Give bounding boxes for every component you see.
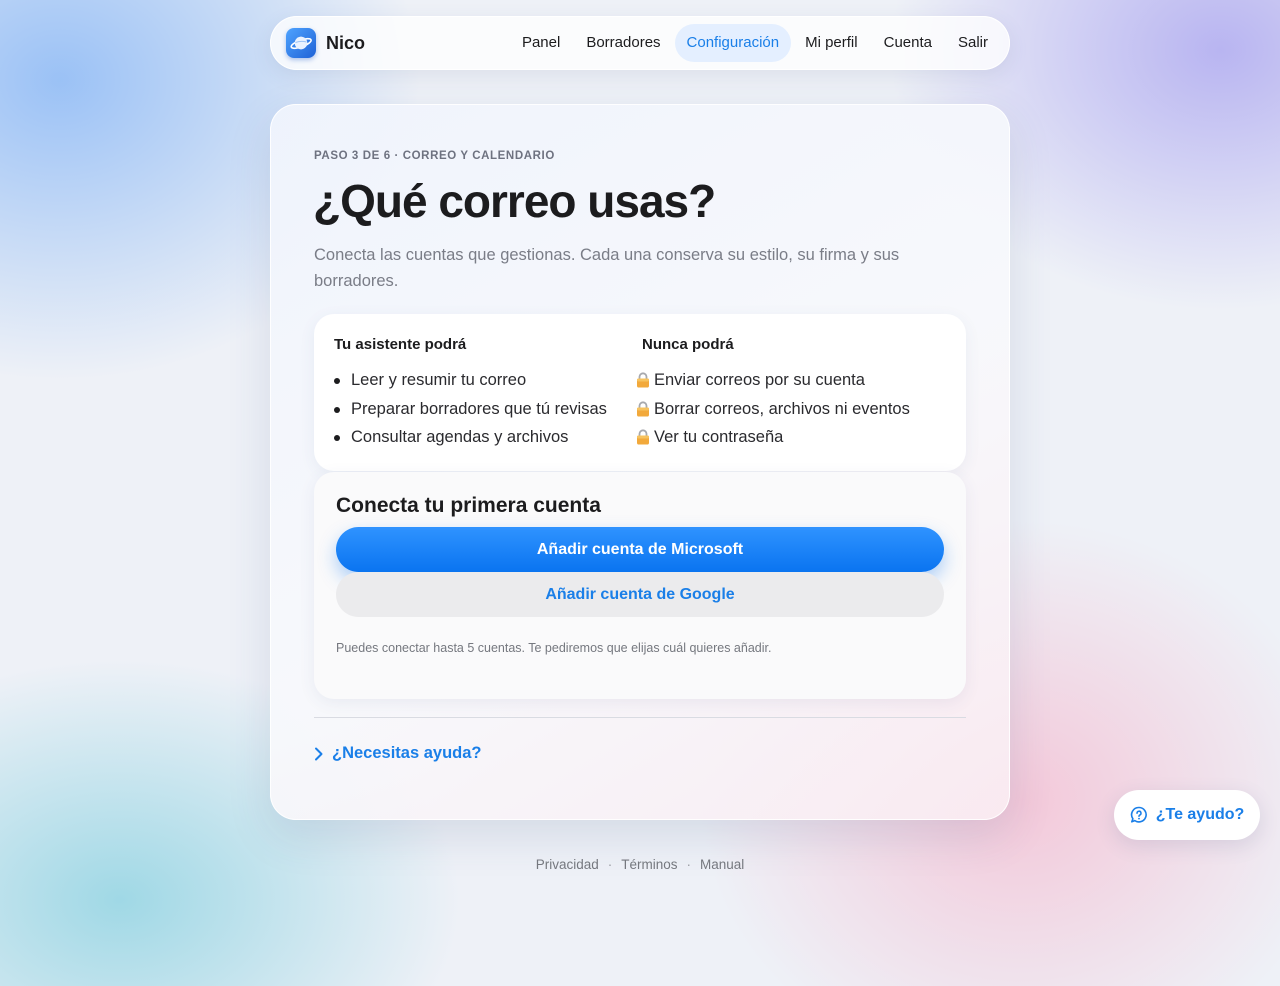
lock-icon <box>637 429 649 445</box>
footer-link-manual[interactable]: Manual <box>700 857 744 872</box>
can-column: Tu asistente podrá Leer y resumir tu cor… <box>334 336 634 452</box>
lock-icon <box>637 372 649 388</box>
footer-separator: · <box>686 857 692 872</box>
nav-links: Panel Borradores Configuración Mi perfil… <box>508 24 1000 62</box>
permissions-panel: Tu asistente podrá Leer y resumir tu cor… <box>314 314 966 471</box>
cannot-heading: Nunca podrá <box>642 336 734 353</box>
cannot-column: Nunca podrá Enviar correos por su cuenta… <box>637 336 962 452</box>
bullet-icon <box>334 435 340 441</box>
add-microsoft-account-button[interactable]: Añadir cuenta de Microsoft <box>336 527 944 572</box>
account-limit-note: Puedes conectar hasta 5 cuentas. Te pedi… <box>336 641 772 655</box>
list-item: Leer y resumir tu correo <box>334 366 634 395</box>
need-help-label: ¿Necesitas ayuda? <box>332 744 482 762</box>
floating-help-label: ¿Te ayudo? <box>1155 806 1245 823</box>
nav-cuenta[interactable]: Cuenta <box>872 24 944 62</box>
connect-account-panel: Conecta tu primera cuenta Añadir cuenta … <box>314 472 966 699</box>
can-heading: Tu asistente podrá <box>334 336 467 353</box>
divider <box>314 717 966 718</box>
can-list: Leer y resumir tu correo Preparar borrad… <box>334 366 634 452</box>
bullet-icon <box>334 378 340 384</box>
nav-panel[interactable]: Panel <box>510 24 572 62</box>
list-item: Preparar borradores que tú revisas <box>334 395 634 424</box>
list-item: Consultar agendas y archivos <box>334 423 634 452</box>
footer-link-privacidad[interactable]: Privacidad <box>536 857 599 872</box>
nav-mi-perfil[interactable]: Mi perfil <box>793 24 870 62</box>
nav-borradores[interactable]: Borradores <box>574 24 672 62</box>
onboarding-card: PASO 3 DE 6 · CORREO Y CALENDARIO ¿Qué c… <box>270 104 1010 820</box>
step-indicator: PASO 3 DE 6 · CORREO Y CALENDARIO <box>314 150 555 162</box>
need-help-toggle[interactable]: ¿Necesitas ayuda? <box>314 744 481 763</box>
page-title: ¿Qué correo usas? <box>313 175 716 227</box>
cannot-list: Enviar correos por su cuenta Borrar corr… <box>637 366 962 452</box>
app-name[interactable]: Nico <box>326 33 365 54</box>
footer-separator: · <box>607 857 613 872</box>
page-subtitle: Conecta las cuentas que gestionas. Cada … <box>314 246 900 290</box>
chevron-right-icon <box>315 747 323 760</box>
planet-icon[interactable] <box>286 28 316 58</box>
list-item: Enviar correos por su cuenta <box>636 366 962 395</box>
add-google-account-button[interactable]: Añadir cuenta de Google <box>336 572 944 617</box>
top-nav: Nico Panel Borradores Configuración Mi p… <box>270 16 1010 70</box>
nav-configuracion[interactable]: Configuración <box>674 24 792 62</box>
list-item: Ver tu contraseña <box>636 423 962 452</box>
connect-heading: Conecta tu primera cuenta <box>336 494 601 517</box>
list-item: Borrar correos, archivos ni eventos <box>636 395 962 424</box>
help-bubble-icon <box>1130 806 1147 823</box>
bullet-icon <box>334 406 340 413</box>
floating-help-button[interactable]: ¿Te ayudo? <box>1114 790 1260 840</box>
lock-icon <box>637 400 649 416</box>
footer: Privacidad · Términos · Manual <box>0 857 1280 872</box>
footer-link-terminos[interactable]: Términos <box>621 857 677 872</box>
nav-salir[interactable]: Salir <box>946 24 1000 62</box>
